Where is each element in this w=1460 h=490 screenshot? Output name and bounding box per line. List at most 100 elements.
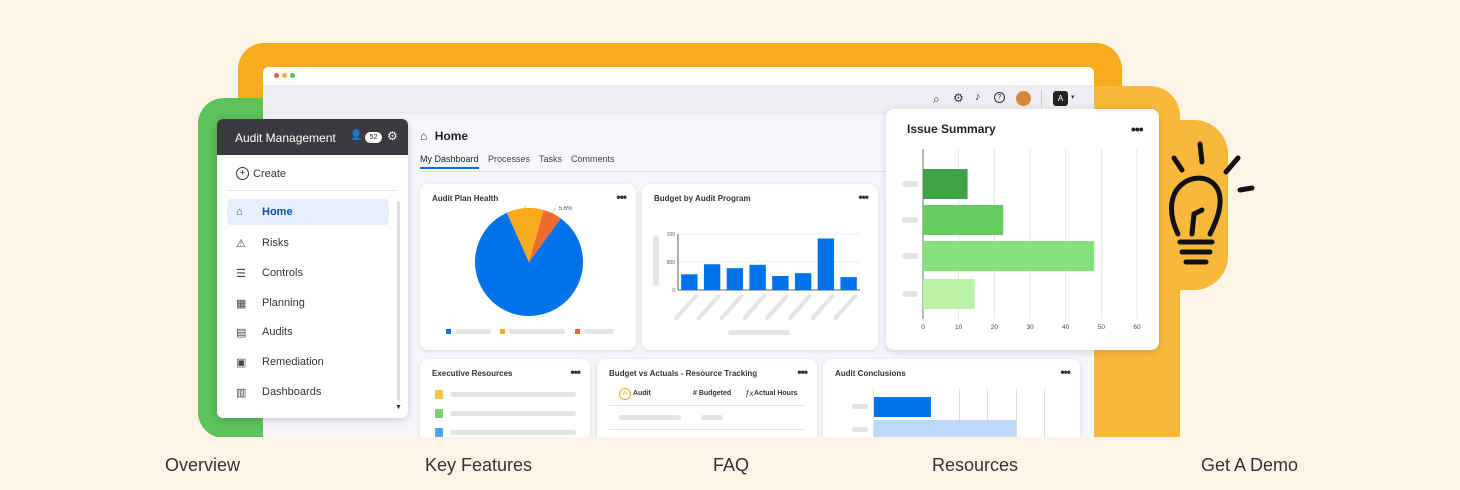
- tab-bar: My Dashboard Processes Tasks Comments: [420, 154, 890, 172]
- more-options-icon[interactable]: •••: [1060, 365, 1071, 379]
- maximize-dot[interactable]: [290, 73, 295, 78]
- column-header-actual[interactable]: Actual Hours: [754, 390, 798, 397]
- bell-icon[interactable]: ♪: [975, 91, 981, 103]
- formula-icon: ƒx: [745, 389, 754, 398]
- help-icon[interactable]: ?: [994, 92, 1005, 103]
- slice-label: 5.6%: [559, 206, 573, 212]
- column-header-budgeted[interactable]: # Budgeted: [693, 390, 731, 397]
- x-tick-label: 50: [1098, 324, 1106, 331]
- close-dot[interactable]: [274, 73, 279, 78]
- account-button[interactable]: A: [1053, 91, 1068, 106]
- legend-swatch-1: [446, 329, 451, 334]
- divider: [227, 190, 397, 191]
- budget-bar: [726, 268, 744, 290]
- resource-row: [450, 392, 576, 397]
- gear-icon[interactable]: ⚙: [953, 91, 964, 105]
- gear-icon[interactable]: ⚙: [387, 129, 398, 143]
- scrollbar[interactable]: [397, 201, 400, 401]
- tab-my-dashboard[interactable]: My Dashboard: [420, 154, 479, 169]
- nav-get-a-demo[interactable]: Get A Demo: [1201, 455, 1298, 476]
- create-button[interactable]: + Create: [236, 167, 286, 180]
- minimize-dot[interactable]: [282, 73, 287, 78]
- sidebar-item-label: Home: [262, 206, 293, 218]
- issue-summary-card: Issue Summary ••• 0 10 20 30 40 50 60: [886, 109, 1159, 350]
- sidebar-item-home[interactable]: ⌂ Home: [227, 199, 389, 225]
- column-header-audit[interactable]: Audit: [633, 390, 651, 397]
- row-divider: [609, 429, 805, 430]
- lightbulb-icon: [1169, 141, 1255, 265]
- x-tick-label-placeholder: [833, 294, 858, 320]
- spreadsheet-icon: [435, 409, 443, 418]
- avatar[interactable]: [1016, 91, 1031, 106]
- more-options-icon[interactable]: •••: [570, 365, 581, 379]
- issue-bar-chart: 0 10 20 30 40 50 60: [902, 149, 1141, 331]
- sidebar-item-label: Dashboards: [262, 386, 322, 398]
- x-tick-label-placeholder: [765, 294, 789, 320]
- divider: [1041, 90, 1042, 108]
- sidebar-item-risks[interactable]: ⚠ Risks: [227, 230, 389, 256]
- tab-tasks[interactable]: Tasks: [539, 154, 562, 164]
- more-options-icon[interactable]: •••: [616, 190, 627, 204]
- budget-bar: [840, 277, 857, 290]
- more-options-icon[interactable]: •••: [858, 190, 869, 204]
- budget-vs-actuals-card: Budget vs Actuals - Resource Tracking ••…: [597, 359, 817, 447]
- nav-resources[interactable]: Resources: [932, 455, 1018, 476]
- search-icon[interactable]: ⌕: [933, 92, 940, 107]
- sliders-icon: ☰: [236, 267, 246, 280]
- row-divider: [609, 405, 805, 406]
- table-row: [701, 415, 723, 420]
- sidebar-item-dashboards[interactable]: ▥ Dashboards: [227, 379, 389, 405]
- x-tick-label: 0: [921, 324, 925, 331]
- card-title: Issue Summary: [907, 122, 996, 136]
- legend-bar-2: [509, 329, 565, 334]
- card-title: Executive Resources: [432, 369, 513, 378]
- budget-bar: [681, 274, 698, 290]
- issue-bar: [923, 279, 975, 309]
- x-tick-label-placeholder: [742, 294, 767, 320]
- x-tick-label-placeholder: [719, 294, 744, 320]
- category-label-placeholder: [902, 181, 918, 187]
- user-icon[interactable]: 👤: [350, 130, 362, 141]
- sidebar-item-remediation[interactable]: ▣ Remediation: [227, 349, 389, 375]
- scroll-down-icon[interactable]: ▼: [395, 404, 402, 411]
- sidebar-item-audits[interactable]: ▤ Audits: [227, 319, 389, 345]
- legend-bar-1: [455, 329, 491, 334]
- sidebar-item-label: Planning: [262, 297, 305, 309]
- document-icon: [435, 390, 443, 399]
- warning-icon: ⚠: [236, 237, 246, 250]
- more-options-icon[interactable]: •••: [1131, 121, 1144, 137]
- sidebar-item-label: Audits: [262, 326, 293, 338]
- more-options-icon[interactable]: •••: [797, 365, 808, 379]
- tab-processes[interactable]: Processes: [488, 154, 530, 164]
- task-icon: ▣: [236, 356, 247, 369]
- y-label-placeholder: [852, 404, 868, 409]
- issue-bar: [923, 205, 1004, 235]
- card-title: Audit Conclusions: [835, 369, 906, 378]
- sidebar-item-planning[interactable]: ▦ Planning: [227, 290, 389, 316]
- notification-badge[interactable]: 52: [365, 132, 382, 143]
- page-header: ⌂ Home: [420, 127, 468, 145]
- audit-column-icon: A: [619, 388, 631, 400]
- chevron-down-icon[interactable]: ▾: [1071, 93, 1075, 101]
- x-axis-label-placeholder: [728, 330, 790, 335]
- card-title: Budget vs Actuals - Resource Tracking: [609, 369, 758, 378]
- x-tick-label: 60: [1133, 324, 1141, 331]
- conclusion-bar: [874, 397, 931, 417]
- plus-circle-icon: +: [236, 167, 249, 180]
- nav-key-features[interactable]: Key Features: [425, 455, 532, 476]
- sidebar-item-label: Remediation: [262, 356, 324, 368]
- tab-comments[interactable]: Comments: [571, 154, 615, 164]
- audit-plan-health-card: Audit Plan Health ••• 83.3%11.1%5.6%: [420, 184, 636, 350]
- clipboard-icon: ▤: [236, 326, 247, 339]
- card-title: Audit Plan Health: [432, 194, 499, 203]
- x-tick-label-placeholder: [697, 294, 721, 320]
- nav-faq[interactable]: FAQ: [713, 455, 749, 476]
- budget-by-program-card: Budget by Audit Program ••• 100 500 0: [642, 184, 878, 350]
- sidebar-item-controls[interactable]: ☰ Controls: [227, 260, 389, 286]
- nav-overview[interactable]: Overview: [165, 455, 240, 476]
- y-tick-label: 100: [667, 232, 676, 238]
- issue-bar: [923, 169, 968, 199]
- legend-swatch-3: [575, 329, 580, 334]
- x-tick-label: 30: [1026, 324, 1034, 331]
- x-tick-label: 10: [955, 324, 963, 331]
